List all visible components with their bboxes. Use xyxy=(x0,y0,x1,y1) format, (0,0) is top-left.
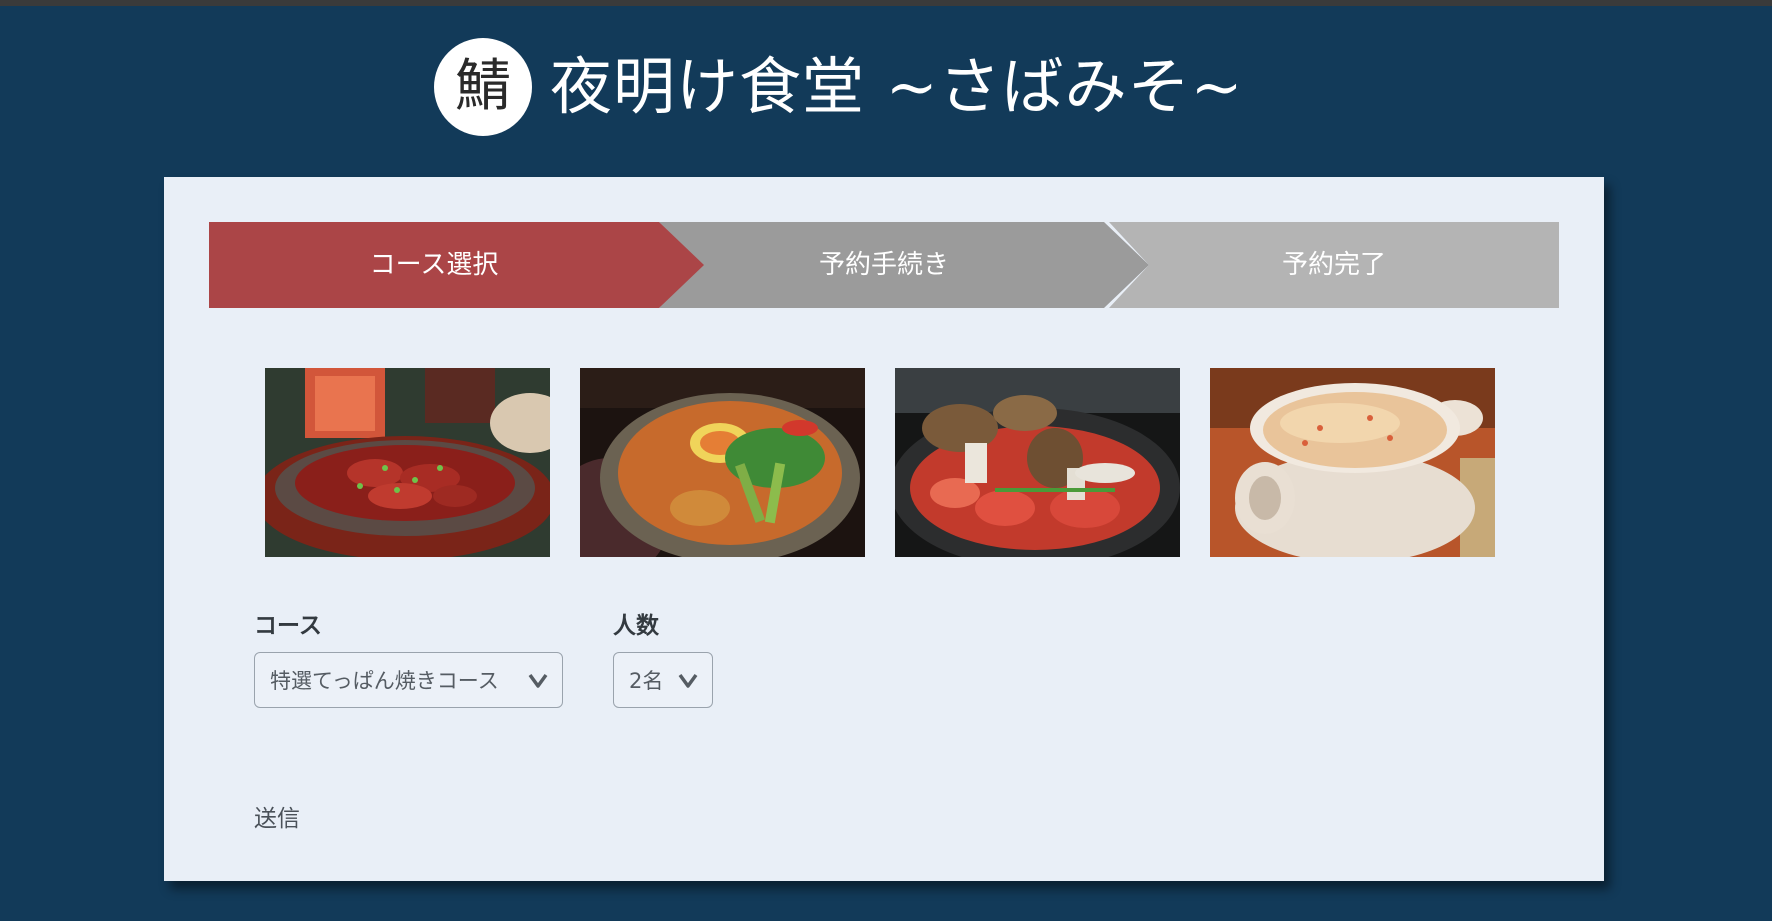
people-label: 人数 xyxy=(613,613,659,639)
reservation-card: コース選択 予約手続き 予約完了 コース 特選てっぱん焼きコース 人数 2名 送… xyxy=(164,177,1604,881)
course-select-value: 特選てっぱん焼きコース xyxy=(270,669,499,693)
progress-steps: コース選択 予約手続き 予約完了 xyxy=(209,222,1559,308)
step-reservation-complete: 予約完了 xyxy=(1281,250,1386,280)
site-title: 夜明け食堂 ~さばみそ~ xyxy=(550,50,1244,123)
submit-button[interactable]: 送信 xyxy=(254,799,300,833)
course-select[interactable]: 特選てっぱん焼きコース xyxy=(254,652,563,708)
people-select[interactable]: 2名 xyxy=(613,652,713,708)
step-reservation-procedure: 予約手続き xyxy=(818,250,949,280)
food-gallery xyxy=(265,368,1495,558)
mackerel-logo-icon: 鯖 xyxy=(441,45,525,129)
mushroom-tomato-pan-photo xyxy=(895,368,1180,557)
logo[interactable]: 鯖 xyxy=(434,38,532,136)
window-top-strip xyxy=(0,0,1772,6)
chevron-down-icon xyxy=(528,673,548,688)
people-select-value: 2名 xyxy=(629,669,664,693)
sizzling-plate-photo xyxy=(265,368,550,557)
chevron-down-icon xyxy=(678,673,698,688)
rice-pot-photo xyxy=(1210,368,1495,557)
step-course-selection: コース選択 xyxy=(369,250,499,280)
course-label: コース xyxy=(254,613,322,639)
site-header: 鯖 夜明け食堂 ~さばみそ~ xyxy=(434,36,1244,138)
clay-pot-stew-photo xyxy=(580,368,865,557)
